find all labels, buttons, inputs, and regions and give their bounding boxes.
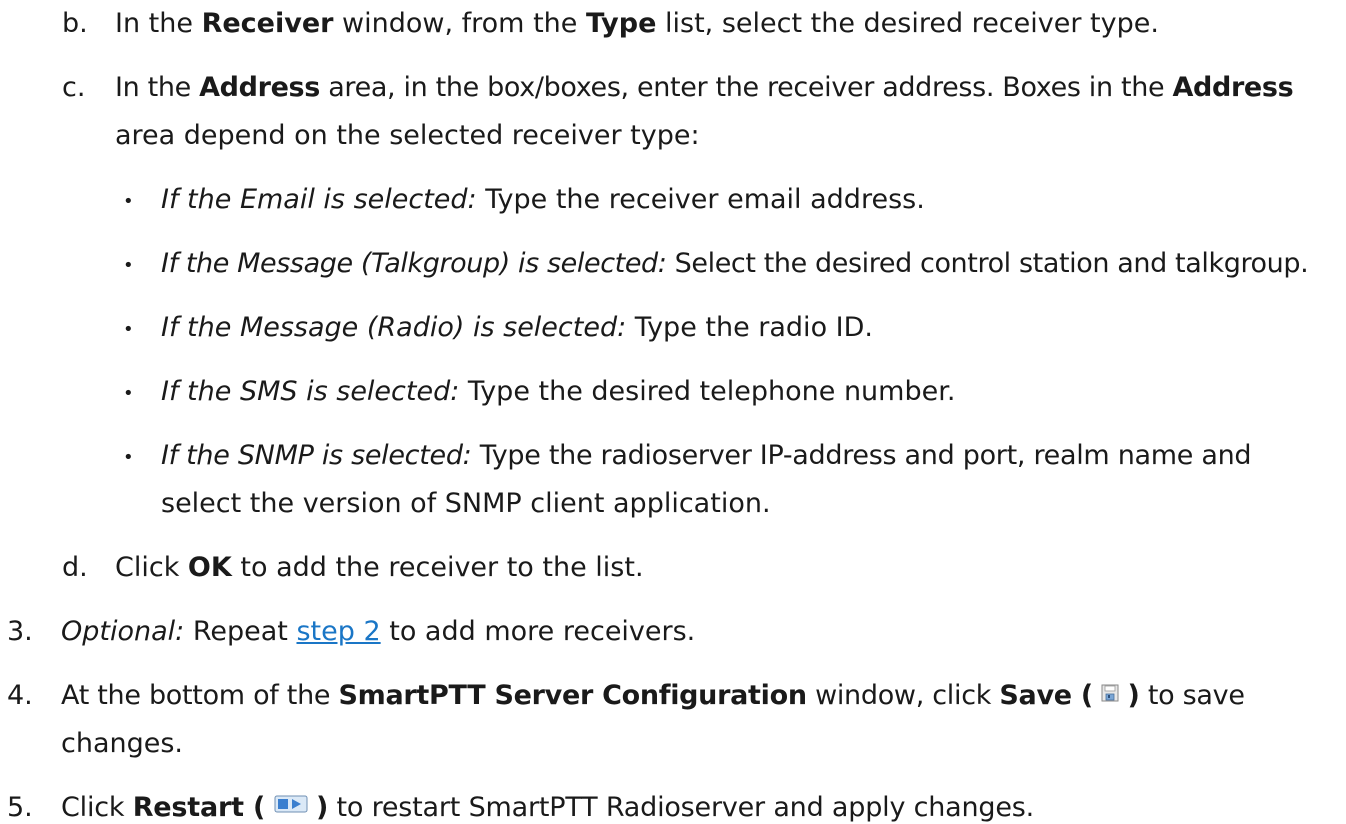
bullet-text: Type the desired telephone number. <box>459 376 956 407</box>
text: Click <box>61 792 133 823</box>
text: Repeat <box>184 616 297 647</box>
step-5-text: Click Restart ( ) to restart SmartPTT Ra… <box>61 794 1034 822</box>
ui-term-restart-close: ) <box>315 792 329 823</box>
optional-label: Optional: <box>61 616 185 647</box>
bullet-text: Type the receiver email address. <box>476 184 925 215</box>
bullet-text: Select the desired control station and t… <box>666 248 1309 279</box>
bullet-marker: • <box>123 255 134 276</box>
step-marker-5: 5. <box>7 792 33 823</box>
text: to add the receiver to the list. <box>231 552 644 583</box>
step-2-link[interactable]: step 2 <box>296 616 380 647</box>
substep-c-line1: In the Address area, in the box/boxes, e… <box>115 72 1294 103</box>
bullet-lead: If the Message (Radio) is selected: <box>161 312 627 343</box>
ui-term-address: Address <box>199 72 320 103</box>
ui-term-address: Address <box>1172 72 1294 103</box>
bullet-text: Type the radio ID. <box>626 312 873 343</box>
text: window, click <box>806 680 1000 711</box>
text: In the <box>115 8 202 39</box>
bullet-lead: If the Message (Talkgroup) is selected: <box>161 248 667 279</box>
text: Click <box>115 552 188 583</box>
substep-marker-c: c. <box>62 72 86 103</box>
step-4-line2: changes. <box>61 728 184 759</box>
bullet-marker: • <box>123 191 134 212</box>
text: to save <box>1139 680 1245 711</box>
bullet-message-radio: If the Message (Radio) is selected: Type… <box>161 314 873 341</box>
ui-term-receiver: Receiver <box>201 8 334 39</box>
bullet-marker: • <box>123 383 134 404</box>
ui-term-save: Save ( <box>999 680 1093 711</box>
restart-icon <box>274 792 308 819</box>
bullet-message-talkgroup: If the Message (Talkgroup) is selected: … <box>161 248 1309 279</box>
substep-b-text: In the Receiver window, from the Type li… <box>115 10 1159 37</box>
substep-d-text: Click OK to add the receiver to the list… <box>115 554 644 581</box>
bullet-lead: If the Email is selected: <box>161 184 477 215</box>
text: to restart SmartPTT Radioserver and appl… <box>328 792 1035 823</box>
text: In the <box>115 72 200 103</box>
bullet-lead: If the SNMP is selected: <box>161 440 472 471</box>
substep-c-line2: area depend on the selected receiver typ… <box>115 120 700 151</box>
substep-marker-b: b. <box>62 8 88 39</box>
ui-term-server-config: SmartPTT Server Configuration <box>338 680 808 711</box>
step-marker-3: 3. <box>7 616 33 647</box>
text: window, from the <box>333 8 586 39</box>
substep-marker-d: d. <box>62 552 88 583</box>
bullet-marker: • <box>123 447 134 468</box>
bullet-snmp-line2: select the version of SNMP client applic… <box>161 488 771 519</box>
ui-term-type: Type <box>585 8 657 39</box>
text: At the bottom of the <box>61 680 339 711</box>
ui-term-restart: Restart ( <box>132 792 266 823</box>
ui-term-save-close: ) <box>1127 680 1140 711</box>
step-4-line1: At the bottom of the SmartPTT Server Con… <box>61 682 1245 710</box>
bullet-text: Type the radioserver IP-address and port… <box>471 440 1252 471</box>
ui-term-ok: OK <box>187 552 232 583</box>
step-marker-4: 4. <box>7 680 33 711</box>
save-icon <box>1101 680 1119 707</box>
text: area, in the box/boxes, enter the receiv… <box>319 72 1173 103</box>
bullet-email: If the Email is selected: Type the recei… <box>161 186 925 213</box>
step-3-text: Optional: Repeat step 2 to add more rece… <box>61 618 695 645</box>
bullet-marker: • <box>123 319 134 340</box>
bullet-sms: If the SMS is selected: Type the desired… <box>161 378 955 405</box>
text: list, select the desired receiver type. <box>656 8 1159 39</box>
bullet-lead: If the SMS is selected: <box>161 376 460 407</box>
text: to add more receivers. <box>380 616 696 647</box>
bullet-snmp-line1: If the SNMP is selected: Type the radios… <box>161 440 1252 471</box>
